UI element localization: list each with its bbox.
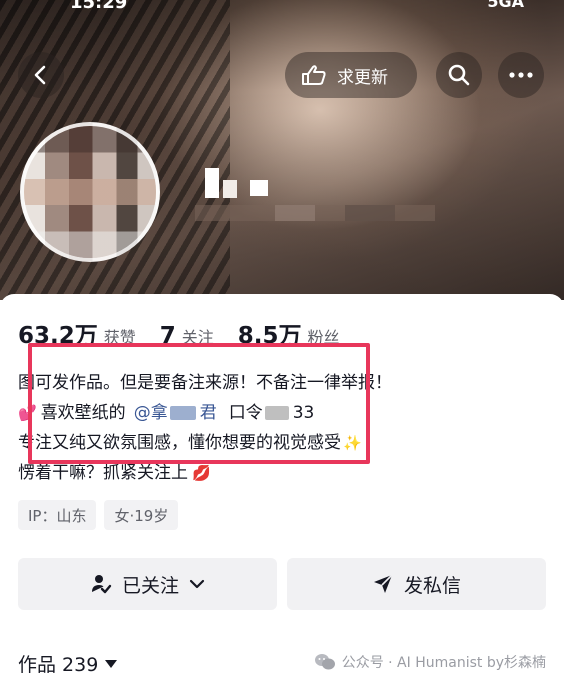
tag-gender-age: 女·19岁: [104, 500, 179, 530]
message-button-label: 发私信: [403, 574, 461, 597]
chevron-left-icon: [34, 65, 46, 85]
tags-row: IP：山东 女·19岁: [18, 500, 179, 530]
caret-down-icon: [105, 659, 118, 668]
request-update-label: 求更新: [337, 67, 388, 88]
more-dots-icon: [509, 72, 533, 78]
works-label: 作品 239: [18, 654, 99, 676]
request-update-button[interactable]: 求更新: [285, 52, 417, 98]
user-check-icon: [91, 575, 112, 594]
back-button[interactable]: [18, 52, 64, 98]
following-button[interactable]: 已关注: [18, 558, 277, 610]
send-icon: [373, 574, 393, 593]
search-icon: [448, 64, 470, 86]
tag-ip: IP：山东: [18, 500, 97, 530]
highlight-box: [28, 343, 370, 464]
hand-point-icon: [302, 65, 326, 85]
status-bar: 15:29 5GA: [0, 0, 564, 14]
works-tab[interactable]: 作品 239: [18, 650, 118, 677]
watermark: 公众号 · AI Humanist by杉森楠: [314, 652, 546, 672]
chevron-down-icon: [189, 579, 205, 589]
avatar[interactable]: [20, 122, 160, 262]
username-mosaic: [195, 160, 435, 230]
following-button-label: 已关注: [121, 574, 179, 597]
status-network: 5GA: [487, 0, 524, 11]
status-time: 15:29: [70, 0, 128, 13]
avatar-mosaic: [24, 126, 156, 258]
action-row: 已关注 发私信: [18, 558, 546, 610]
wechat-icon: [314, 654, 335, 670]
search-button[interactable]: [436, 52, 482, 98]
watermark-text: 公众号 · AI Humanist by杉森楠: [341, 655, 546, 671]
more-button[interactable]: [498, 52, 544, 98]
message-button[interactable]: 发私信: [287, 558, 546, 610]
